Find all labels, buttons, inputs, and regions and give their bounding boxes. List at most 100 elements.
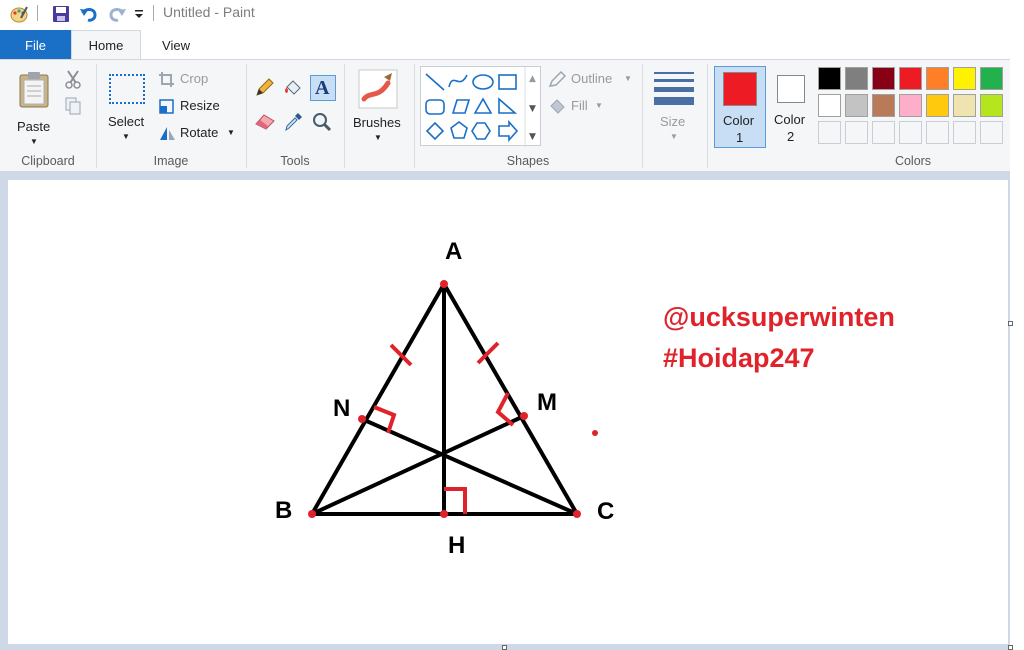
palette-swatch[interactable] <box>953 94 976 117</box>
rotate-button[interactable]: Rotate ▼ <box>158 123 238 145</box>
palette-swatch[interactable] <box>845 94 868 117</box>
watermark-hashtag: #Hoidap247 <box>663 343 815 373</box>
shapes-gallery[interactable]: ▲ ▼ ▼ <box>420 66 541 147</box>
drawing-canvas[interactable]: A B C H M N <box>8 180 1008 644</box>
size-button[interactable]: Size ▼ <box>650 66 698 148</box>
size-lines-icon <box>654 72 694 105</box>
tools-group-label: Tools <box>280 154 310 168</box>
palette-swatch[interactable] <box>926 94 949 117</box>
side-ab <box>310 282 446 516</box>
palette-swatch[interactable] <box>872 67 895 90</box>
palette-swatch[interactable] <box>980 67 1003 90</box>
right-angle-h <box>444 487 467 514</box>
fill-bucket-icon <box>285 80 301 95</box>
palette-empty-swatch[interactable] <box>953 121 976 144</box>
watermark-username: @ucksuperwinten <box>663 302 895 332</box>
side-ac <box>442 282 579 516</box>
palette-empty-swatch[interactable] <box>845 121 868 144</box>
label-b: B <box>275 497 293 524</box>
size-dropdown-icon: ▼ <box>670 132 678 141</box>
fill-icon <box>550 99 565 114</box>
eraser-tool[interactable] <box>254 112 276 134</box>
palette-swatch[interactable] <box>872 94 895 117</box>
color-picker-tool[interactable] <box>283 112 305 134</box>
select-label: Select <box>108 114 145 129</box>
magnifier-tool[interactable] <box>312 112 334 134</box>
text-a-icon: A <box>315 77 330 99</box>
outline-button[interactable]: Outline ▼ <box>548 69 636 91</box>
size-label: Size <box>660 114 686 129</box>
palette-empty-swatch[interactable] <box>980 121 1003 144</box>
label-c: C <box>597 498 615 525</box>
fill-tool[interactable] <box>283 78 305 100</box>
image-group-label: Image <box>153 154 189 168</box>
clipboard-group-label: Clipboard <box>21 154 75 168</box>
color1-button[interactable]: Color 1 <box>714 66 766 148</box>
color2-swatch <box>777 75 805 103</box>
canvas-resize-handle-corner[interactable] <box>1008 645 1013 650</box>
palette-empty-swatch[interactable] <box>818 121 841 144</box>
outline-dropdown-icon: ▼ <box>624 74 632 83</box>
palette-empty-swatch[interactable] <box>872 121 895 144</box>
palette-swatch[interactable] <box>926 67 949 90</box>
colors-group-label: Colors <box>894 154 932 168</box>
canvas-resize-handle-bottom[interactable] <box>502 645 507 650</box>
shapes-group-label: Shapes <box>506 154 550 168</box>
resize-label: Resize <box>180 98 220 113</box>
palette-swatch[interactable] <box>899 94 922 117</box>
color1-label: Color <box>723 113 755 128</box>
fill-button[interactable]: Fill ▼ <box>548 96 618 118</box>
pencil-icon <box>256 78 274 96</box>
save-icon[interactable] <box>50 3 72 25</box>
ribbon-home: Paste ▼ Clipboard Select ▼ Crop Resize R… <box>0 59 1010 172</box>
altitude-bm <box>310 414 526 516</box>
tab-file[interactable]: File <box>0 30 71 60</box>
window-title: Untitled - Paint <box>163 4 255 20</box>
paste-label: Paste <box>17 119 51 134</box>
palette-swatch[interactable] <box>818 67 841 90</box>
label-n: N <box>333 395 351 422</box>
customize-quick-access-icon[interactable] <box>128 3 150 25</box>
brush-icon <box>358 69 398 109</box>
label-a: A <box>445 238 463 265</box>
color2-label: Color <box>774 112 806 127</box>
palette-swatch[interactable] <box>845 67 868 90</box>
canvas-resize-handle-right[interactable] <box>1008 321 1013 326</box>
ribbon-tab-bar: File Home View <box>0 30 1010 60</box>
palette-swatch[interactable] <box>899 67 922 90</box>
paste-button[interactable]: Paste ▼ <box>10 66 58 146</box>
palette-swatch[interactable] <box>980 94 1003 117</box>
outline-label: Outline <box>571 71 613 86</box>
point-m-dot <box>520 412 528 420</box>
point-h-dot <box>440 510 448 518</box>
svg-text:▲: ▲ <box>529 74 536 84</box>
outline-pen-icon <box>548 71 566 87</box>
color2-button[interactable]: Color 2 <box>769 66 813 148</box>
redo-icon[interactable] <box>106 3 128 25</box>
palette-empty-swatch[interactable] <box>899 121 922 144</box>
tab-view[interactable]: View <box>141 30 211 60</box>
svg-text:▼: ▼ <box>529 104 536 114</box>
palette-empty-swatch[interactable] <box>926 121 949 144</box>
tab-home[interactable]: Home <box>71 30 141 60</box>
brushes-button[interactable]: Brushes ▼ <box>350 66 410 148</box>
resize-button[interactable]: Resize <box>158 96 228 118</box>
text-tool[interactable]: A <box>310 75 336 101</box>
crop-button[interactable]: Crop <box>158 69 228 91</box>
eyedropper-icon <box>285 113 302 132</box>
undo-icon[interactable] <box>78 3 100 25</box>
select-button[interactable]: Select ▼ <box>104 68 150 148</box>
crop-label: Crop <box>180 71 209 86</box>
palette-swatch[interactable] <box>953 67 976 90</box>
point-n-dot <box>358 415 366 423</box>
magnifier-icon <box>313 113 332 132</box>
pencil-tool[interactable] <box>254 78 276 100</box>
palette-swatch[interactable] <box>818 94 841 117</box>
copy-icon[interactable] <box>64 97 84 117</box>
stray-red-dot <box>592 430 598 436</box>
resize-icon <box>159 99 174 114</box>
paint-app-icon[interactable] <box>8 3 30 25</box>
svg-text:▼: ▼ <box>529 132 536 142</box>
altitude-cn <box>360 417 579 516</box>
cut-icon[interactable] <box>64 69 84 89</box>
